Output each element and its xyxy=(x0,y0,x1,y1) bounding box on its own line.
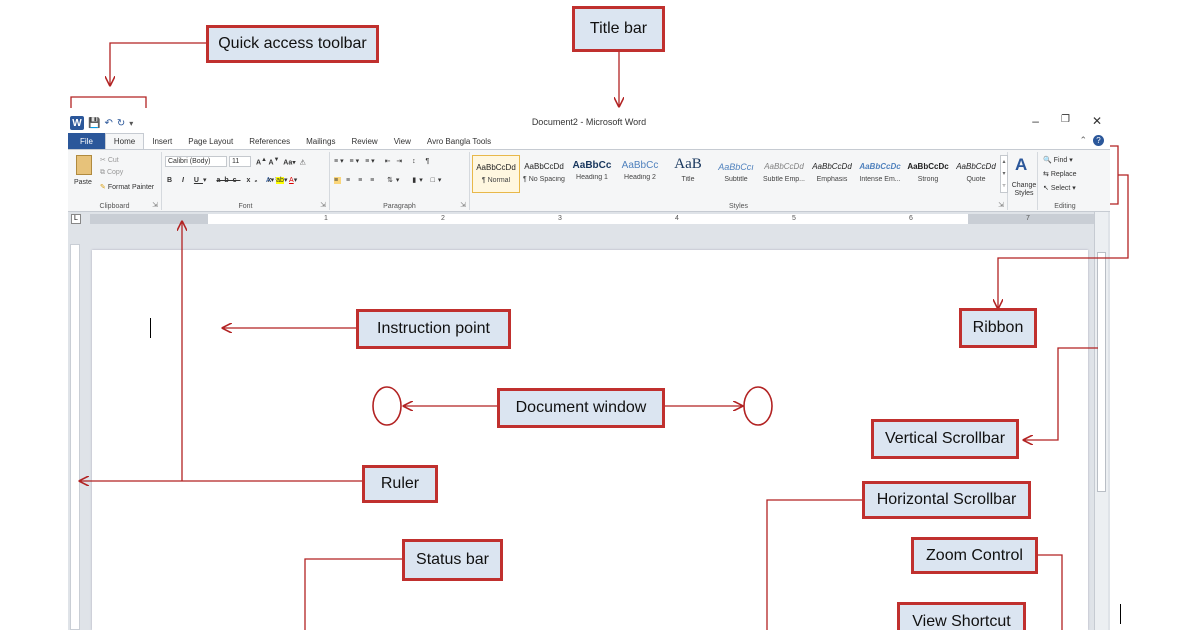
callout-document-window: Document window xyxy=(497,388,665,428)
callout-zoom-control: Zoom Control xyxy=(911,537,1038,574)
ribbon-arrow xyxy=(998,174,1129,308)
document-edge-left-marker xyxy=(372,386,402,426)
status-bar-line xyxy=(304,558,402,630)
callout-quick-access-toolbar: Quick access toolbar xyxy=(206,25,379,63)
hscroll-line xyxy=(766,499,862,630)
document-edge-right-marker xyxy=(743,386,773,426)
callout-ribbon: Ribbon xyxy=(959,308,1037,348)
ribbon-bracket xyxy=(1110,145,1119,205)
callout-vertical-scrollbar: Vertical Scrollbar xyxy=(871,419,1019,459)
vscroll-arrow xyxy=(1024,347,1098,440)
qat-bracket xyxy=(70,96,147,108)
callout-title-bar: Title bar xyxy=(572,6,665,52)
zoom-control-line xyxy=(1038,554,1063,630)
callout-status-bar: Status bar xyxy=(402,539,503,581)
callout-view-shortcut: View Shortcut xyxy=(897,602,1026,630)
callout-ruler: Ruler xyxy=(362,465,438,503)
qat-arrow xyxy=(110,42,206,85)
callout-horizontal-scrollbar: Horizontal Scrollbar xyxy=(862,481,1031,519)
callout-instruction-point: Instruction point xyxy=(356,309,511,349)
